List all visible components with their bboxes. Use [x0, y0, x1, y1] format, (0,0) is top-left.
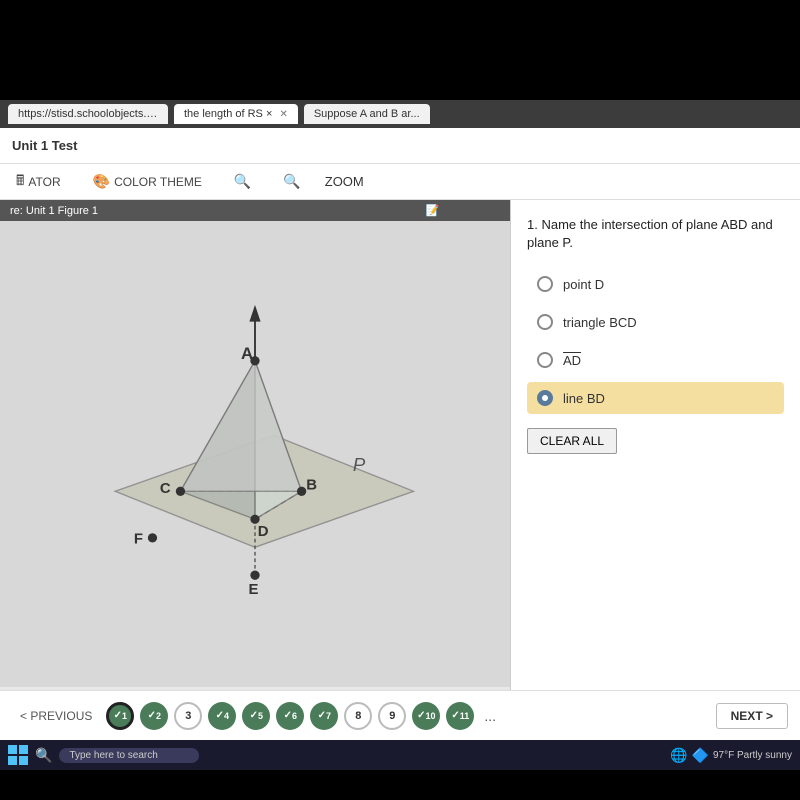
bottom-navigation: < PREVIOUS ✓ 1 ✓ 2 3 ✓ 4 ✓ 5 ✓ 6 ✓ 7 8 9 [0, 690, 800, 740]
zoom-label: ZOOM [325, 174, 364, 189]
radio-d [537, 390, 553, 406]
taskbar-left: 🔍 Type here to search [8, 745, 199, 765]
check-icon-2: ✓ [148, 710, 156, 721]
windows-start-button[interactable] [8, 745, 28, 765]
question-panel: 1. Name the intersection of plane ABD an… [510, 200, 800, 690]
check-icon-5: ✓ [250, 710, 258, 721]
figure-canvas: A B C D E F P [0, 221, 510, 687]
answer-c-text: AD [563, 353, 581, 368]
note-icon: 📝 [425, 204, 439, 217]
more-questions-button[interactable]: ... [480, 708, 500, 724]
radio-c [537, 352, 553, 368]
question-text: 1. Name the intersection of plane ABD an… [527, 216, 784, 252]
check-icon-11: ✓ [451, 710, 459, 721]
point-b-dot [297, 487, 306, 496]
answer-option-d[interactable]: line BD [527, 382, 784, 414]
monitor-bezel [0, 0, 800, 100]
point-e-dot [250, 571, 259, 580]
question-bubble-2[interactable]: ✓ 2 [140, 702, 168, 730]
radio-a [537, 276, 553, 292]
taskbar-right: 🌐 🔷 97°F Partly sunny [670, 747, 792, 764]
question-bubble-7[interactable]: ✓ 7 [310, 702, 338, 730]
search-icon[interactable]: 🔍 [32, 747, 55, 764]
point-c-label: C [160, 481, 171, 497]
answer-option-c[interactable]: AD [527, 344, 784, 376]
browser-tab-url[interactable]: https://stisd.schoolobjects.com... [8, 104, 168, 124]
radio-b [537, 314, 553, 330]
point-d-dot [250, 515, 259, 524]
point-b-label: B [306, 477, 317, 493]
point-f-dot [148, 533, 157, 542]
browser-tab-active[interactable]: the length of RS × ✕ [174, 104, 298, 124]
check-icon-6: ✓ [284, 710, 292, 721]
question-bubble-10[interactable]: ✓ 10 [412, 702, 440, 730]
question-bubble-3[interactable]: 3 [174, 702, 202, 730]
question-bubble-8[interactable]: 8 [344, 702, 372, 730]
tab-close-icon[interactable]: ✕ [279, 109, 287, 120]
geometry-svg: A B C D E F P [0, 221, 510, 687]
question-bubble-11[interactable]: ✓ 11 [446, 702, 474, 730]
point-d-label: D [258, 524, 269, 540]
figure-reference-label: re: Unit 1 Figure 1 [10, 205, 98, 217]
check-icon-4: ✓ [216, 710, 224, 721]
figure-panel: re: Unit 1 Figure 1 📝 ADD NOTE [0, 200, 510, 690]
answer-option-a[interactable]: point D [527, 268, 784, 300]
taskbar-search[interactable]: Type here to search [59, 748, 199, 763]
arrow-head [249, 305, 260, 322]
app-header: Unit 1 Test [0, 128, 800, 164]
taskbar: 🔍 Type here to search 🌐 🔷 97°F Partly su… [0, 740, 800, 770]
point-c-dot [176, 487, 185, 496]
point-f-label: F [134, 531, 143, 547]
edge-icon[interactable]: 🔷 [692, 747, 709, 764]
question-bubble-4[interactable]: ✓ 4 [208, 702, 236, 730]
question-bubble-5[interactable]: ✓ 5 [242, 702, 270, 730]
question-bubble-6[interactable]: ✓ 6 [276, 702, 304, 730]
face-abc [180, 361, 301, 491]
question-bubble-1[interactable]: ✓ 1 [106, 702, 134, 730]
main-content: re: Unit 1 Figure 1 📝 ADD NOTE [0, 200, 800, 690]
weather-display: 97°F Partly sunny [713, 750, 792, 761]
calculator-button[interactable]: 🖩 ATOR [8, 166, 69, 198]
clear-all-button[interactable]: CLEAR ALL [527, 428, 617, 454]
next-button[interactable]: NEXT > [716, 703, 788, 729]
calculator-icon: 🖩 [16, 170, 24, 194]
browser-tab-3[interactable]: Suppose A and B ar... [304, 104, 430, 124]
plane-p-label: P [353, 454, 366, 475]
app-title: Unit 1 Test [12, 138, 78, 153]
zoom-decrease-button[interactable]: 🔍 [226, 169, 259, 194]
check-icon-10: ✓ [417, 710, 425, 721]
check-icon-1: ✓ [114, 710, 122, 721]
point-e-label: E [248, 582, 258, 598]
zoom-out-icon: 🔍 [234, 173, 251, 190]
point-a-label: A [241, 344, 253, 363]
color-theme-button[interactable]: 🎨 COLOR THEME [85, 169, 210, 194]
question-bubble-9[interactable]: 9 [378, 702, 406, 730]
toolbar: 🖩 ATOR 🎨 COLOR THEME 🔍 🔍 ZOOM [0, 164, 800, 200]
add-note-button[interactable]: 📝 ADD NOTE [425, 204, 500, 217]
browser-chrome: https://stisd.schoolobjects.com... the l… [0, 100, 800, 128]
answer-option-b[interactable]: triangle BCD [527, 306, 784, 338]
previous-button[interactable]: < PREVIOUS [12, 705, 100, 727]
check-icon-7: ✓ [318, 710, 326, 721]
zoom-increase-button[interactable]: 🔍 [275, 169, 308, 194]
palette-icon: 🎨 [93, 173, 110, 190]
zoom-in-icon: 🔍 [283, 173, 300, 190]
figure-header: re: Unit 1 Figure 1 📝 ADD NOTE [0, 200, 510, 221]
chrome-icon[interactable]: 🌐 [670, 747, 687, 764]
